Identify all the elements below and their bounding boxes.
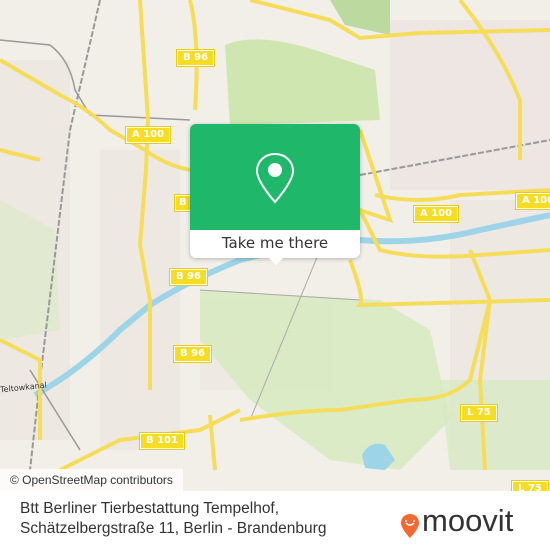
popup-header — [190, 124, 360, 230]
moovit-pin-icon — [401, 514, 419, 538]
road-shield-a100: A 100 — [124, 126, 172, 144]
location-address: Btt Berliner Tierbestattung Tempelhof, S… — [20, 499, 326, 539]
map-canvas[interactable] — [0, 0, 550, 550]
map-pin-icon — [255, 152, 295, 204]
road-shield-b101: B 101 — [139, 432, 185, 450]
moovit-logo[interactable]: moovit — [400, 503, 540, 538]
road-shield-b96: B 96 — [172, 345, 213, 363]
road-shield-a100: A 100 — [514, 192, 550, 210]
road-shield-b: B — [174, 194, 192, 212]
moovit-wordmark: moovit — [422, 503, 514, 538]
location-popup: Take me there — [190, 124, 360, 265]
location-street: Schätzelbergstraße 11, Berlin - Brandenb… — [20, 520, 327, 537]
road-shield-b96: B 96 — [175, 49, 216, 67]
popup-pointer — [268, 257, 284, 265]
road-shield-a100: A 100 — [412, 205, 460, 223]
road-shield-l75: L 75 — [460, 404, 498, 422]
location-name: Btt Berliner Tierbestattung Tempelhof, — [20, 500, 280, 517]
road-shield-b96: B 96 — [168, 268, 209, 286]
take-me-there-button[interactable]: Take me there — [190, 230, 360, 258]
map-attribution[interactable]: © OpenStreetMap contributors — [0, 469, 183, 491]
